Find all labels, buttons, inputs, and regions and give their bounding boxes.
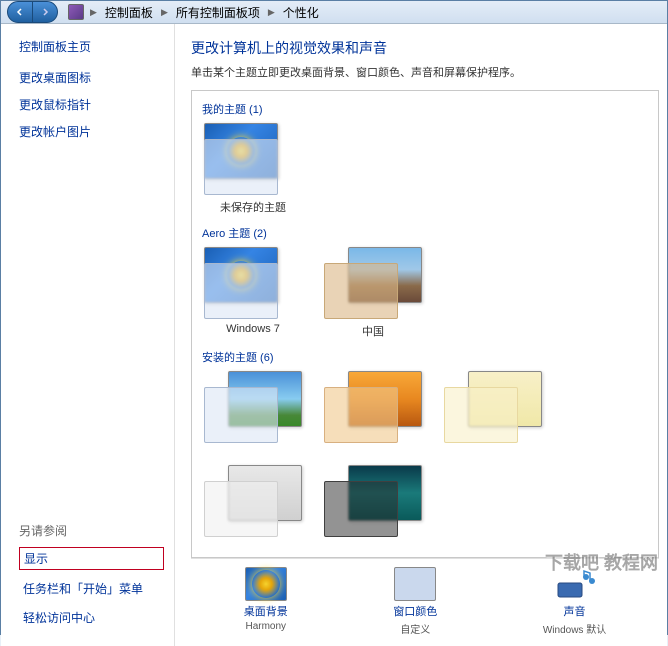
back-button[interactable] (7, 1, 33, 23)
sidebar-link-mouse-pointer[interactable]: 更改鼠标指针 (19, 96, 164, 113)
theme-row: Windows 7 中国 (202, 247, 648, 339)
section-aero-themes: Aero 主题 (2) (202, 225, 648, 241)
sidebar-title[interactable]: 控制面板主页 (19, 38, 164, 55)
theme-item[interactable] (442, 371, 544, 447)
nav-buttons (7, 1, 58, 23)
chevron-right-icon: ▶ (268, 7, 275, 18)
watermark: 下载吧 教程网 (545, 549, 658, 575)
theme-label: Windows 7 (226, 323, 280, 335)
theme-thumbnail (204, 465, 302, 537)
desktop-background-icon (245, 567, 287, 601)
theme-thumbnail (204, 371, 302, 443)
window-color-button[interactable]: 窗口颜色 自定义 (393, 567, 437, 636)
sounds-button[interactable]: 声音 Windows 默认 (543, 567, 606, 636)
forward-button[interactable] (32, 1, 58, 23)
sidebar-link-desktop-icons[interactable]: 更改桌面图标 (19, 69, 164, 86)
sublabel: Harmony (245, 621, 286, 632)
label: 窗口颜色 (393, 603, 437, 619)
theme-thumbnail (444, 371, 542, 443)
window-color-icon (394, 567, 436, 601)
see-also-header: 另请参阅 (19, 522, 164, 539)
theme-china[interactable]: 中国 (322, 247, 424, 339)
see-also-ease-of-access[interactable]: 轻松访问中心 (19, 607, 164, 628)
see-also-display[interactable]: 显示 (19, 547, 164, 570)
titlebar: ▶ 控制面板 ▶ 所有控制面板项 ▶ 个性化 (1, 1, 667, 24)
theme-item[interactable] (202, 465, 304, 541)
theme-label: 未保存的主题 (220, 199, 286, 215)
personalization-window: ▶ 控制面板 ▶ 所有控制面板项 ▶ 个性化 控制面板主页 更改桌面图标 更改鼠… (0, 0, 668, 635)
see-also-taskbar[interactable]: 任务栏和「开始」菜单 (19, 578, 164, 599)
theme-thumbnail (204, 123, 302, 195)
chevron-right-icon: ▶ (90, 7, 97, 18)
theme-row: 未保存的主题 (202, 123, 648, 215)
desktop-background-button[interactable]: 桌面背景 Harmony (244, 567, 288, 636)
sidebar-link-account-picture[interactable]: 更改帐户图片 (19, 123, 164, 140)
theme-item[interactable] (322, 371, 424, 447)
breadcrumb-all-items[interactable]: 所有控制面板项 (172, 2, 264, 23)
address-icon (68, 4, 84, 20)
page-title: 更改计算机上的视觉效果和声音 (191, 38, 659, 58)
sublabel: Windows 默认 (543, 621, 606, 636)
theme-windows7[interactable]: Windows 7 (202, 247, 304, 339)
theme-thumbnail (324, 465, 422, 537)
theme-thumbnail (324, 371, 422, 443)
label: 声音 (564, 603, 586, 619)
breadcrumb-personalization[interactable]: 个性化 (279, 2, 323, 23)
spacer (19, 150, 164, 522)
chevron-right-icon: ▶ (161, 7, 168, 18)
theme-item[interactable] (322, 465, 424, 541)
section-installed-themes: 安装的主题 (6) (202, 349, 648, 365)
theme-unsaved[interactable]: 未保存的主题 (202, 123, 304, 215)
sublabel: 自定义 (400, 621, 430, 636)
theme-item[interactable] (202, 371, 304, 447)
theme-label: 中国 (362, 323, 384, 339)
themes-scroll-area[interactable]: 我的主题 (1) 未保存的主题 Aero 主题 (2) (191, 90, 659, 558)
theme-thumbnail (204, 247, 302, 319)
sidebar: 控制面板主页 更改桌面图标 更改鼠标指针 更改帐户图片 另请参阅 显示 任务栏和… (1, 24, 175, 646)
breadcrumb: ▶ 控制面板 ▶ 所有控制面板项 ▶ 个性化 (90, 2, 323, 23)
theme-row (202, 371, 648, 541)
breadcrumb-control-panel[interactable]: 控制面板 (101, 2, 157, 23)
section-my-themes: 我的主题 (1) (202, 101, 648, 117)
label: 桌面背景 (244, 603, 288, 619)
theme-thumbnail (324, 247, 422, 319)
page-subtitle: 单击某个主题立即更改桌面背景、窗口颜色、声音和屏幕保护程序。 (191, 64, 659, 80)
